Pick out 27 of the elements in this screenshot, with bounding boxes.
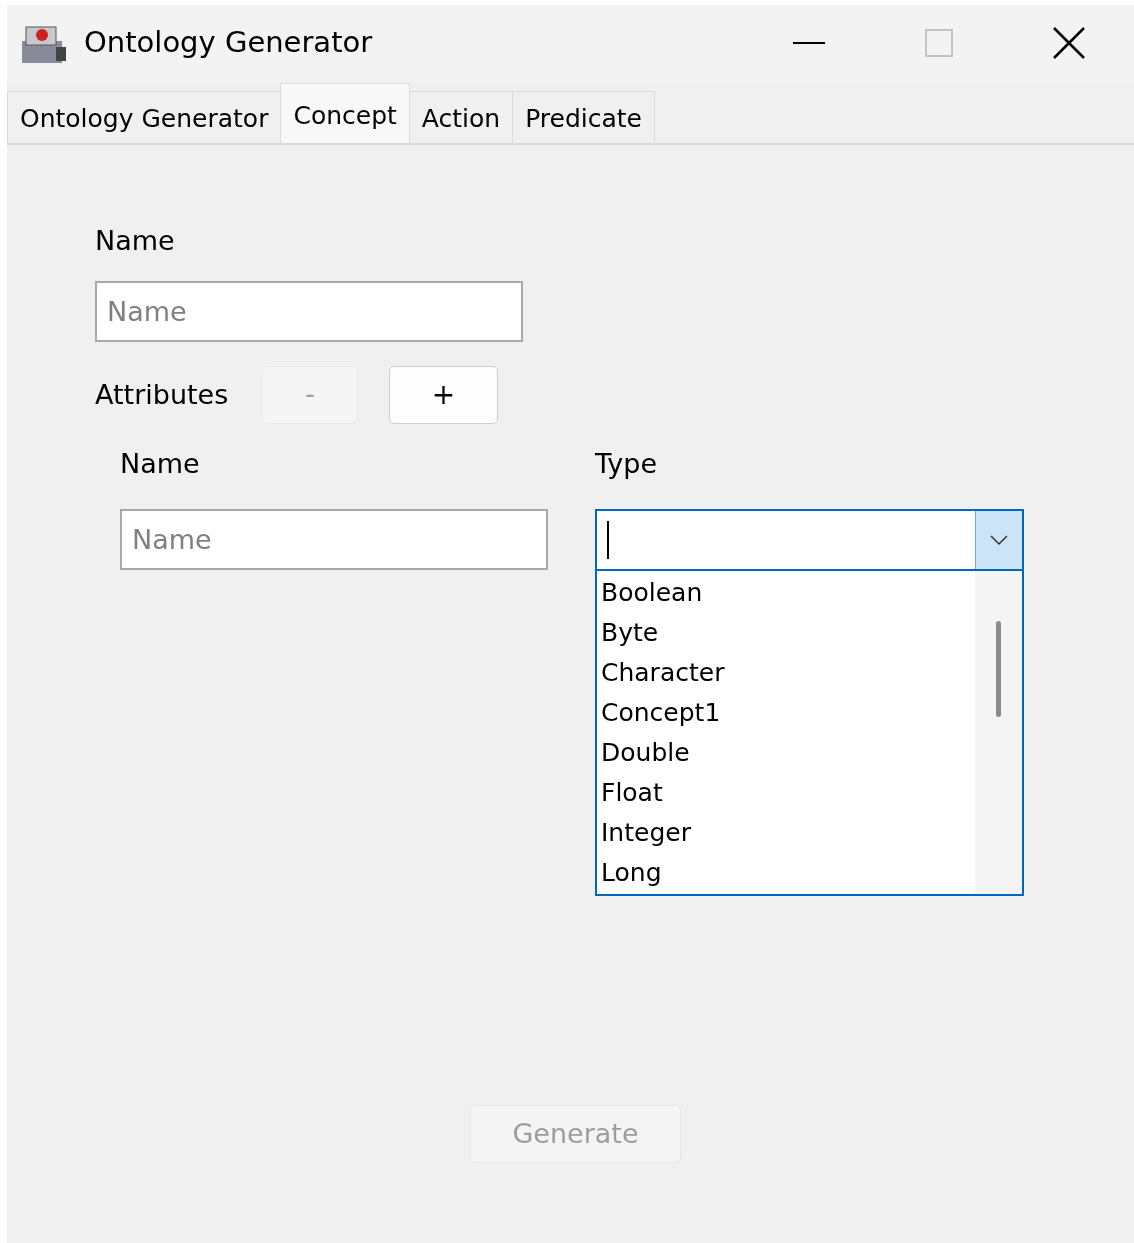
type-combo-box[interactable]: [595, 508, 1024, 571]
add-button[interactable]: +: [389, 366, 498, 425]
maximize-icon: [925, 29, 953, 57]
text-cursor: [607, 520, 609, 559]
dropdown-option[interactable]: Character: [601, 657, 725, 687]
tab[interactable]: Predicate: [512, 91, 655, 143]
close-icon: [1053, 27, 1085, 59]
name-field[interactable]: Name: [95, 281, 523, 343]
column-header: Name: [120, 448, 201, 481]
dropdown-option[interactable]: Long: [601, 857, 662, 887]
window-title: Ontology Generator: [84, 24, 373, 62]
scrollbar-thumb[interactable]: [996, 620, 1001, 717]
attribute-name-field[interactable]: Name: [120, 508, 548, 570]
dropdown-option[interactable]: Integer: [601, 817, 691, 847]
minimize-icon: [793, 41, 825, 45]
attributes-label: Attributes: [95, 379, 230, 412]
column-header: Type: [595, 448, 658, 481]
dropdown-option[interactable]: Byte: [601, 617, 659, 647]
dropdown-option[interactable]: Double: [601, 737, 690, 767]
tab[interactable]: Concept: [280, 83, 410, 143]
dropdown-option[interactable]: Concept1: [601, 697, 721, 727]
name-label: Name: [95, 225, 176, 258]
dropdown-option[interactable]: Float: [601, 777, 663, 807]
dropdown-button[interactable]: [975, 510, 1022, 569]
chevron-down-icon: [989, 533, 1009, 546]
dropdown-option[interactable]: Boolean: [601, 577, 703, 607]
tab[interactable]: Ontology Generator: [7, 91, 282, 143]
